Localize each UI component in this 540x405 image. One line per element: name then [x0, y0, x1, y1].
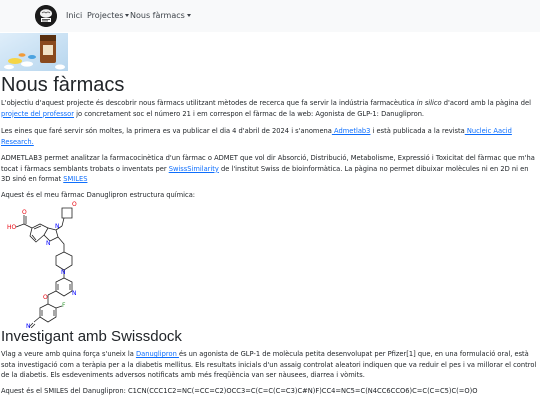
brain-logo-icon[interactable] — [35, 5, 57, 27]
swissdock-paragraph: Vlag a veure amb quina força s'uneix la … — [1, 349, 539, 381]
danuglipron-structure-image: O HO N N O N N O F N — [0, 196, 110, 330]
pills-and-bottle-image — [0, 33, 68, 71]
caret-down-icon — [186, 13, 191, 17]
atom-label: HO — [7, 224, 17, 231]
atom-label: N — [55, 223, 60, 230]
atom-label: O — [43, 294, 48, 301]
navbar: Inici Projectes Nous fàrmacs — [0, 0, 540, 32]
smiles-paragraph: Aquest és el SMILES del Danuglipron: C1C… — [1, 387, 478, 395]
intro-paragraph: L'objectiu d'aquest projecte és descobri… — [1, 98, 539, 119]
atom-label: O — [22, 209, 27, 216]
nav-dropdown-nous-farmacs-label: Nous fàrmacs — [130, 11, 185, 20]
link-swisssimilarity[interactable]: SwissSimilarity — [169, 165, 219, 173]
link-smiles[interactable]: SMILES — [63, 175, 87, 183]
link-danuglipron[interactable]: Danuglipron — [136, 350, 179, 358]
nav-link-inici[interactable]: Inici — [66, 11, 82, 20]
intro-text-2: d'acord amb la pàgina del — [441, 99, 531, 107]
atom-label: N — [61, 269, 66, 276]
link-projecte-del-professor[interactable]: projecte del professor — [1, 110, 74, 118]
tools-paragraph: Les eines que faré servir són moltes, la… — [1, 126, 539, 147]
nav-dropdown-projectes[interactable]: Projectes — [87, 11, 130, 20]
intro-text-3: jo concretament soc el número 21 i em co… — [74, 109, 425, 118]
atom-label: N — [46, 240, 51, 247]
atom-label: N — [72, 290, 77, 297]
tools-text-1: Les eines que faré servir són moltes, la… — [1, 127, 332, 135]
nav-dropdown-nous-farmacs[interactable]: Nous fàrmacs — [130, 11, 191, 20]
page-title: Nous fàrmacs — [1, 74, 125, 96]
swissdock-text-1: Vlag a veure amb quina força s'uneix la — [1, 350, 136, 358]
link-admetlab3[interactable]: Admetlab3 — [332, 127, 370, 135]
section-title: Investigant amb Swissdock — [1, 328, 182, 345]
intro-emphasis: in silico — [416, 99, 442, 107]
intro-text-1: L'objectiu d'aquest projecte és descobri… — [1, 99, 417, 107]
atom-label: O — [72, 201, 77, 208]
atom-label: F — [62, 302, 66, 309]
caret-down-icon — [125, 13, 130, 17]
admetlab-paragraph: ADMETLAB3 permet analitzar la farmacocin… — [1, 153, 539, 185]
nav-dropdown-projectes-label: Projectes — [87, 11, 124, 20]
tools-text-2: i està publicada a la revista — [370, 127, 465, 135]
